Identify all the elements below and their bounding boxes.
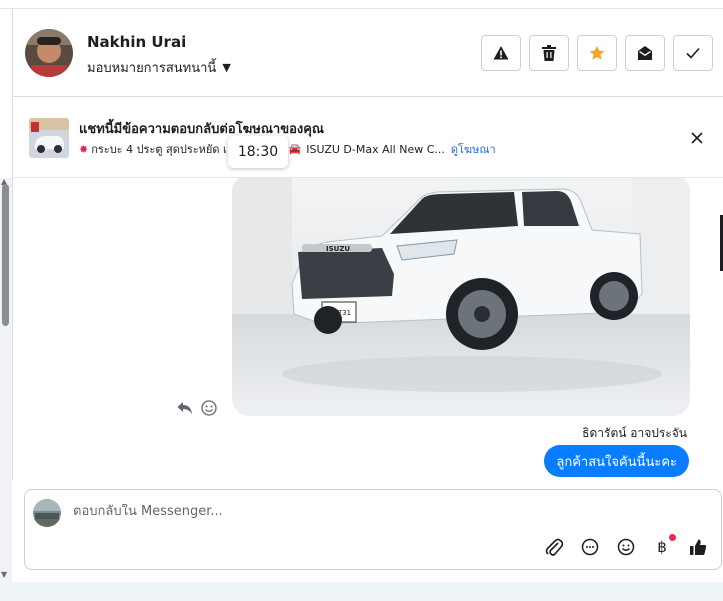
paperclip-icon xyxy=(545,538,563,556)
timestamp-tooltip: 18:30 xyxy=(228,136,288,168)
assign-dropdown[interactable]: มอบหมายการสนทนานี้ ▼ xyxy=(87,57,231,78)
delete-button[interactable] xyxy=(529,35,569,71)
ad-caption-right: ISUZU D-Max All New C... xyxy=(306,142,445,156)
assign-label: มอบหมายการสนทนานี้ xyxy=(87,61,217,76)
chat-bubble-icon xyxy=(581,538,599,556)
banner-title: แชทนี้มีข้อความตอบกลับต่อโฆษณาของคุณ xyxy=(79,122,324,137)
header-actions xyxy=(481,35,713,71)
user-name[interactable]: Nakhin Urai xyxy=(87,33,186,51)
page-avatar xyxy=(33,499,61,527)
smiley-icon xyxy=(617,538,635,556)
conversation-header: Nakhin Urai มอบหมายการสนทนานี้ ▼ xyxy=(12,9,723,97)
star-icon xyxy=(589,45,605,60)
message-actions xyxy=(177,400,217,416)
emoji-button[interactable] xyxy=(615,536,637,558)
emoji-react-icon[interactable] xyxy=(201,400,217,416)
mark-unread-button[interactable] xyxy=(625,35,665,71)
payment-button[interactable]: ฿ xyxy=(651,534,676,558)
car-photo-attachment[interactable]: ISUZU กล 731 xyxy=(232,178,690,416)
bottom-bar xyxy=(0,582,723,601)
ad-reply-banner: แชทนี้มีข้อความตอบกลับต่อโฆษณาของคุณ ✸ ก… xyxy=(12,98,723,178)
star-button[interactable] xyxy=(577,35,617,71)
saved-replies-button[interactable] xyxy=(579,536,601,558)
close-banner-button[interactable] xyxy=(685,126,709,150)
see-ad-link[interactable]: ดูโฆษณา xyxy=(451,140,496,158)
attach-button[interactable] xyxy=(543,536,565,558)
message-input[interactable] xyxy=(73,504,673,519)
baht-icon: ฿ xyxy=(657,538,667,556)
user-avatar[interactable] xyxy=(25,29,73,77)
notification-dot xyxy=(669,534,676,541)
ad-caption-left: กระบะ 4 ประตู สุดประหยัด เ xyxy=(91,143,227,156)
brand-badge: ISUZU xyxy=(326,245,350,253)
composer-tools: ฿ xyxy=(543,534,709,558)
thumbs-up-icon xyxy=(690,539,707,555)
envelope-open-icon xyxy=(638,46,652,60)
vertical-scrollbar[interactable]: ▲ ▼ xyxy=(0,177,12,582)
caret-down-icon: ▼ xyxy=(222,61,231,74)
check-icon xyxy=(686,47,700,59)
car-icon: 🚘 xyxy=(288,143,302,155)
like-button[interactable] xyxy=(687,536,709,558)
warning-icon xyxy=(493,46,509,60)
outgoing-message-bubble[interactable]: ลูกค้าสนใจคันนี้นะคะ xyxy=(544,445,689,477)
sparkle-icon: ✸ xyxy=(79,142,89,156)
message-list[interactable]: ISUZU กล 731 ธิดารัตน์ อาจประจัน ลูกค้าส… xyxy=(12,178,723,480)
mark-done-button[interactable] xyxy=(673,35,713,71)
sender-name: ธิดารัตน์ อาจประจัน xyxy=(582,426,687,440)
scroll-down-arrow-icon[interactable]: ▼ xyxy=(1,570,7,579)
reply-composer: ฿ xyxy=(24,489,722,570)
scroll-thumb[interactable] xyxy=(2,184,9,326)
trash-icon xyxy=(542,45,556,61)
ad-thumbnail[interactable] xyxy=(29,118,69,158)
report-button[interactable] xyxy=(481,35,521,71)
close-icon xyxy=(691,132,703,144)
top-strip xyxy=(0,0,723,9)
reply-icon[interactable] xyxy=(177,401,193,415)
